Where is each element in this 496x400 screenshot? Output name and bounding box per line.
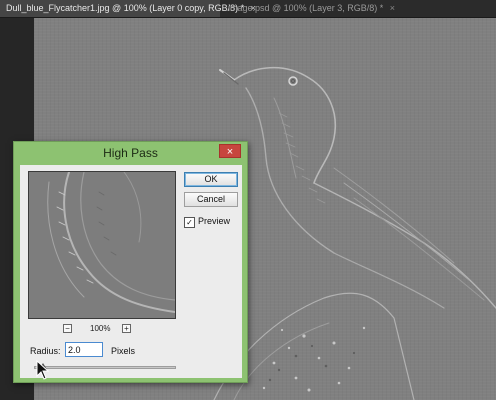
dialog-titlebar[interactable]: High Pass × — [14, 142, 247, 164]
zoom-in-icon[interactable]: + — [122, 324, 131, 333]
close-icon[interactable]: × — [219, 144, 241, 158]
checkmark-icon[interactable]: ✓ — [184, 217, 195, 228]
zoom-out-icon[interactable]: − — [63, 324, 72, 333]
zoom-controls: − 100% + — [28, 323, 176, 335]
radius-slider[interactable] — [34, 366, 176, 369]
radius-units: Pixels — [111, 346, 136, 356]
tab-dull-blue-flycatcher[interactable]: Dull_blue_Flycatcher1.jpg @ 100% (Layer … — [0, 0, 256, 17]
preview-checkbox[interactable]: ✓ Preview — [184, 216, 230, 228]
filter-preview-pane[interactable] — [28, 171, 176, 319]
radius-input[interactable] — [65, 342, 103, 357]
dialog-body: − 100% + OK Cancel ✓Preview Radius: Pixe… — [20, 165, 242, 378]
preview-label: Preview — [198, 216, 231, 226]
ok-button[interactable]: OK — [184, 172, 238, 187]
preview-image — [47, 172, 175, 313]
document-tab-bar: Dull_blue_Flycatcher1.jpg @ 100% (Layer … — [0, 0, 496, 18]
cancel-button[interactable]: Cancel — [184, 192, 238, 207]
radius-label: Radius: — [30, 346, 61, 356]
tab-image-psd[interactable]: image.psd @ 100% (Layer 3, RGB/8) * × — [222, 0, 395, 17]
high-pass-dialog: High Pass × − 100% + OK Cancel ✓ Preview… — [13, 141, 248, 383]
arrow-cursor-icon — [36, 360, 50, 380]
close-icon[interactable]: × — [390, 3, 395, 13]
tab-label: Dull_blue_Flycatcher1.jpg @ 100% (Layer … — [6, 3, 245, 13]
zoom-level: 100% — [90, 324, 111, 333]
tab-label: image.psd @ 100% (Layer 3, RGB/8) * — [228, 3, 384, 13]
dialog-title: High Pass — [103, 146, 158, 160]
